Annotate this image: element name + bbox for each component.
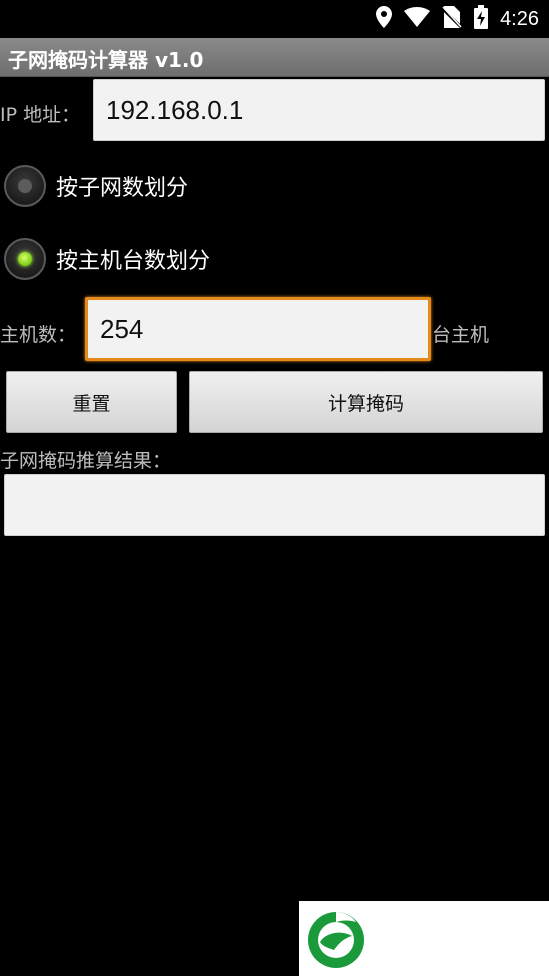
radio-by-subnets[interactable]: 按子网数划分 <box>4 161 188 211</box>
status-time: 4:26 <box>500 7 539 30</box>
radio-label: 按子网数划分 <box>56 176 189 201</box>
ip-address-input[interactable]: 192.168.0.1 <box>93 79 545 141</box>
app-title: 子网掩码计算器 v1.0 <box>8 48 204 72</box>
result-label: 子网掩码推算结果： <box>0 450 172 472</box>
host-count-input[interactable]: 254 <box>85 297 431 361</box>
status-bar: 4:26 <box>0 0 549 38</box>
radio-button[interactable] <box>4 165 46 207</box>
leaf-logo-icon <box>306 908 366 972</box>
radio-indicator-checked <box>18 252 32 266</box>
status-icons: 4:26 <box>376 5 539 33</box>
radio-by-hosts[interactable]: 按主机台数划分 <box>4 234 210 284</box>
result-output <box>4 474 545 536</box>
ip-label: IP 地址： <box>0 104 81 126</box>
host-count-label: 主机数： <box>0 324 77 346</box>
app-title-bar: 子网掩码计算器 v1.0 <box>0 38 549 77</box>
reset-button[interactable]: 重置 <box>6 371 177 433</box>
watermark-panel <box>299 901 549 976</box>
no-sim-icon <box>441 6 464 32</box>
radio-button[interactable] <box>4 238 46 280</box>
wifi-icon <box>404 7 431 31</box>
calculate-mask-button[interactable]: 计算掩码 <box>189 371 543 433</box>
radio-indicator <box>18 179 32 193</box>
host-count-suffix: 台主机 <box>432 324 490 346</box>
battery-charging-icon <box>474 5 489 33</box>
radio-label: 按主机台数划分 <box>56 249 211 274</box>
location-icon <box>376 6 393 32</box>
